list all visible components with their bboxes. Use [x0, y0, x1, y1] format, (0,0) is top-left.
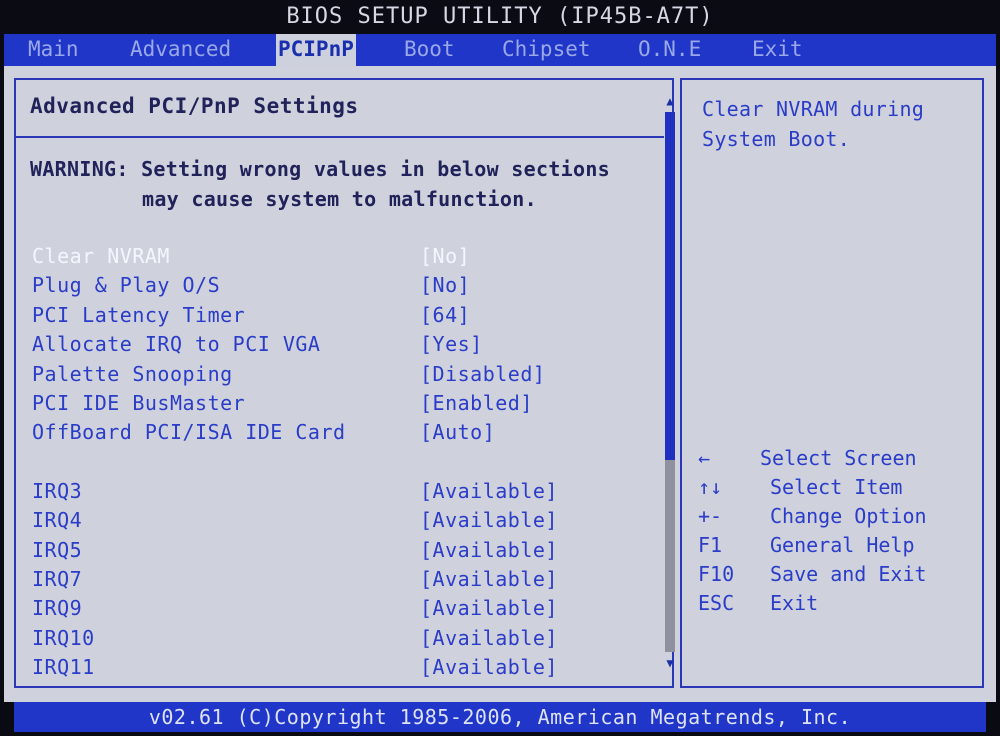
- warning-text: WARNING: Setting wrong values in below s…: [30, 154, 610, 214]
- menu-chipset[interactable]: Chipset: [500, 34, 593, 66]
- menu-exit[interactable]: Exit: [750, 34, 805, 66]
- setting-plug-and-play-os[interactable]: Plug & Play O/S [No]: [32, 271, 652, 300]
- key-description: Exit: [770, 591, 819, 615]
- setting-value[interactable]: [No]: [420, 271, 470, 300]
- setting-irq4[interactable]: IRQ4 [Available]: [32, 506, 652, 535]
- menu-main[interactable]: Main: [26, 34, 81, 66]
- setting-label: IRQ7: [32, 566, 83, 591]
- setting-label: Allocate IRQ to PCI VGA: [32, 332, 321, 357]
- help-line-1: Clear NVRAM during: [702, 97, 925, 121]
- key-row: F1 General Help: [698, 531, 978, 560]
- scrollbar[interactable]: ▲ ▼: [664, 94, 676, 670]
- setting-irq10[interactable]: IRQ10 [Available]: [32, 624, 652, 653]
- menu-advanced[interactable]: Advanced: [128, 34, 233, 66]
- warning-line-2: may cause system to malfunction.: [142, 187, 537, 211]
- setting-irq5[interactable]: IRQ5 [Available]: [32, 536, 652, 565]
- key-description: Select Item: [770, 475, 903, 499]
- setting-value[interactable]: [No]: [420, 242, 470, 271]
- setting-label: IRQ10: [32, 625, 95, 650]
- key-legend: ← Select Screen ↑↓ Select Item +- Change…: [698, 444, 978, 618]
- setting-irq3[interactable]: IRQ3 [Available]: [32, 477, 652, 506]
- setting-palette-snooping[interactable]: Palette Snooping [Disabled]: [32, 360, 652, 389]
- setting-label: IRQ5: [32, 537, 83, 562]
- setting-label: PCI Latency Timer: [32, 302, 246, 327]
- key-row: F10 Save and Exit: [698, 560, 978, 589]
- scroll-up-arrow-icon[interactable]: ▲: [664, 94, 676, 108]
- setting-label: IRQ4: [32, 508, 83, 533]
- f10-key: F10: [698, 562, 735, 586]
- setting-label: Palette Snooping: [32, 361, 233, 386]
- key-description: Change Option: [770, 504, 927, 528]
- left-arrow-icon: ←: [698, 446, 711, 470]
- setting-label: Plug & Play O/S: [32, 273, 221, 298]
- main-area: Advanced PCI/PnP Settings WARNING: Setti…: [4, 66, 996, 702]
- setting-value[interactable]: [Available]: [420, 624, 558, 653]
- setting-value[interactable]: [Available]: [420, 653, 558, 682]
- setting-value[interactable]: [Available]: [420, 506, 558, 535]
- setting-label: PCI IDE BusMaster: [32, 390, 246, 415]
- setting-value[interactable]: [Auto]: [420, 418, 495, 447]
- key-row: +- Change Option: [698, 502, 978, 531]
- setting-value[interactable]: [Enabled]: [420, 389, 533, 418]
- setting-value[interactable]: [Yes]: [420, 330, 483, 359]
- warning-line-1: WARNING: Setting wrong values in below s…: [30, 157, 611, 181]
- f1-key: F1: [698, 533, 723, 557]
- setting-label: IRQ9: [32, 596, 83, 621]
- copyright-footer: v02.61 (C)Copyright 1985-2006, American …: [14, 702, 986, 732]
- setting-value[interactable]: [Available]: [420, 565, 558, 594]
- menu-one[interactable]: O.N.E: [636, 34, 703, 66]
- scroll-down-arrow-icon[interactable]: ▼: [664, 656, 676, 670]
- help-text: Clear NVRAM during System Boot.: [702, 94, 962, 154]
- esc-key: ESC: [698, 591, 735, 615]
- title-divider: [16, 136, 664, 138]
- setting-clear-nvram[interactable]: Clear NVRAM [No]: [32, 242, 652, 271]
- setting-pci-ide-busmaster[interactable]: PCI IDE BusMaster [Enabled]: [32, 389, 652, 418]
- menu-pcipnp[interactable]: PCIPnP: [276, 34, 356, 66]
- setting-offboard-ide-card[interactable]: OffBoard PCI/ISA IDE Card [Auto]: [32, 418, 652, 447]
- panel-title: Advanced PCI/PnP Settings: [30, 94, 359, 118]
- setting-irq9[interactable]: IRQ9 [Available]: [32, 594, 652, 623]
- menu-boot[interactable]: Boot: [402, 34, 457, 66]
- key-description: Select Screen: [760, 446, 917, 470]
- key-row: ← Select Screen: [698, 444, 978, 473]
- setting-irq7[interactable]: IRQ7 [Available]: [32, 565, 652, 594]
- setting-pci-latency-timer[interactable]: PCI Latency Timer [64]: [32, 301, 652, 330]
- setting-value[interactable]: [Available]: [420, 536, 558, 565]
- setting-label: Clear NVRAM: [32, 244, 170, 268]
- key-row: ↑↓ Select Item: [698, 473, 978, 502]
- setting-allocate-irq-vga[interactable]: Allocate IRQ to PCI VGA [Yes]: [32, 330, 652, 359]
- setting-label: IRQ3: [32, 478, 83, 503]
- menu-bar: Main Advanced PCIPnP Boot Chipset O.N.E …: [4, 34, 996, 66]
- scroll-track[interactable]: [665, 112, 675, 652]
- scroll-thumb[interactable]: [665, 112, 675, 460]
- key-description: Save and Exit: [770, 562, 927, 586]
- setting-value[interactable]: [Disabled]: [420, 360, 545, 389]
- plus-minus-key: +-: [698, 504, 723, 528]
- settings-list: Clear NVRAM [No] Plug & Play O/S [No] PC…: [32, 242, 652, 682]
- help-panel: Clear NVRAM during System Boot. ← Select…: [680, 78, 984, 688]
- setting-label: IRQ11: [32, 655, 95, 680]
- settings-panel: Advanced PCI/PnP Settings WARNING: Setti…: [14, 78, 676, 688]
- key-description: General Help: [770, 533, 915, 557]
- up-down-arrow-icon: ↑↓: [698, 475, 723, 499]
- key-row: ESC Exit: [698, 589, 978, 618]
- bios-title: BIOS SETUP UTILITY (IP45B-A7T): [0, 0, 1000, 34]
- setting-value[interactable]: [Available]: [420, 594, 558, 623]
- setting-value[interactable]: [64]: [420, 301, 470, 330]
- help-line-2: System Boot.: [702, 127, 851, 151]
- setting-value[interactable]: [Available]: [420, 477, 558, 506]
- setting-label: OffBoard PCI/ISA IDE Card: [32, 420, 346, 445]
- setting-irq11[interactable]: IRQ11 [Available]: [32, 653, 652, 682]
